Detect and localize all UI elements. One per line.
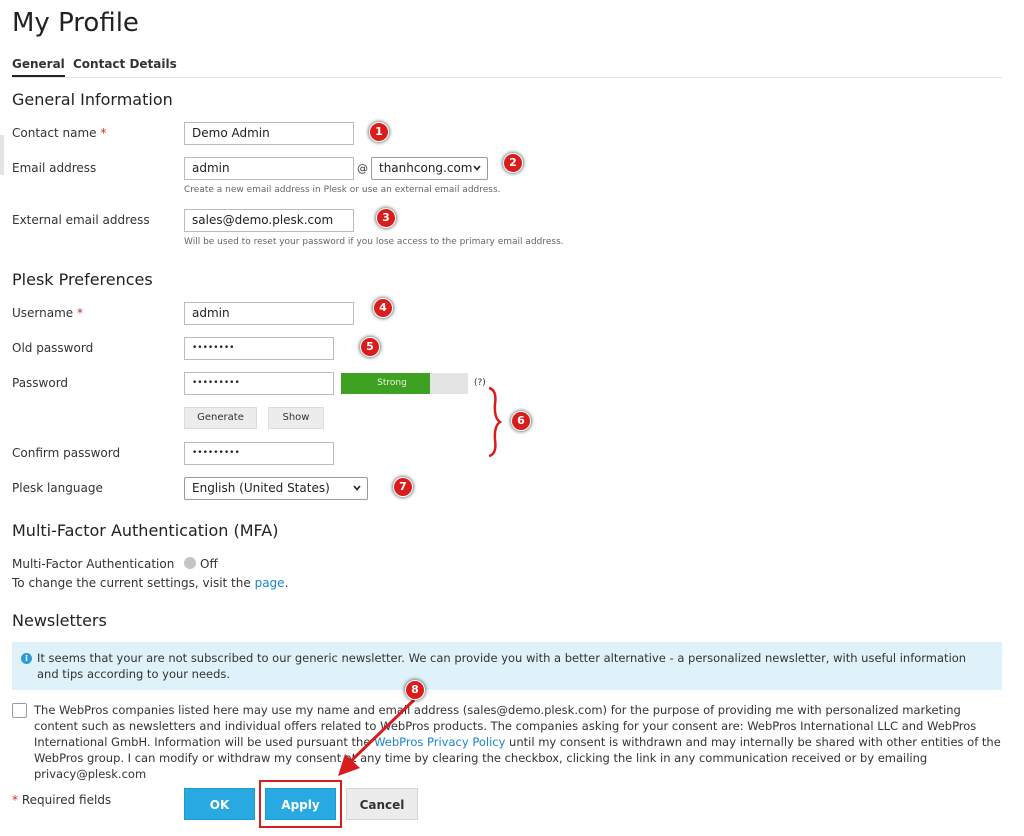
old-password-input[interactable]: ••••••••	[184, 337, 334, 360]
tab-contact-details[interactable]: Contact Details	[73, 57, 177, 75]
password-strength-label: Strong	[377, 378, 407, 388]
mfa-note: To change the current settings, visit th…	[12, 576, 289, 590]
confirm-password-input[interactable]: •••••••••	[184, 442, 334, 465]
chevron-down-icon	[353, 485, 361, 491]
chevron-down-icon	[473, 165, 481, 171]
section-mfa-title: Multi-Factor Authentication (MFA)	[12, 521, 279, 540]
required-fields-note: * Required fields	[12, 793, 112, 807]
info-icon: i	[21, 653, 32, 664]
password-strength-meter: Strong	[341, 373, 468, 394]
language-value: English (United States)	[192, 481, 330, 495]
external-email-label: External email address	[12, 213, 150, 227]
ok-button[interactable]: OK	[184, 788, 255, 820]
contact-name-input[interactable]: Demo Admin	[184, 122, 354, 145]
consent-text: The WebPros companies listed here may us…	[34, 703, 1001, 781]
newsletter-info-text: It seems that your are not subscribed to…	[37, 651, 967, 681]
generate-password-button[interactable]: Generate	[184, 407, 257, 429]
email-hint: Create a new email address in Plesk or u…	[184, 185, 501, 195]
email-label: Email address	[12, 161, 97, 175]
required-marker: *	[77, 306, 83, 320]
tab-bar: General Contact Details	[12, 57, 1002, 78]
window-edge	[0, 135, 4, 175]
confirm-password-label: Confirm password	[12, 446, 121, 460]
annotation-badge-1: 1	[369, 122, 389, 142]
external-email-input[interactable]: sales@demo.plesk.com	[184, 209, 354, 232]
annotation-badge-8: 8	[405, 680, 425, 700]
annotation-badge-6: 6	[511, 411, 531, 431]
email-local-input[interactable]: admin	[184, 157, 354, 180]
language-label: Plesk language	[12, 481, 103, 495]
section-prefs-title: Plesk Preferences	[12, 270, 153, 289]
annotation-arrow	[338, 698, 416, 776]
password-label: Password	[12, 376, 69, 390]
mfa-toggle[interactable]	[184, 557, 196, 569]
cancel-button[interactable]: Cancel	[346, 788, 418, 820]
mfa-page-link[interactable]: page	[255, 576, 285, 590]
newsletter-info-box: i It seems that your are not subscribed …	[12, 642, 1002, 690]
password-help-icon[interactable]: (?)	[474, 378, 486, 388]
annotation-badge-3: 3	[376, 208, 396, 228]
section-general-title: General Information	[12, 90, 173, 109]
annotation-badge-4: 4	[373, 298, 393, 318]
at-sign: @	[357, 162, 368, 175]
mfa-status: Off	[200, 557, 218, 571]
mfa-label: Multi-Factor Authentication	[12, 557, 175, 571]
email-domain-value: thanhcong.com	[379, 161, 473, 175]
page-title: My Profile	[12, 8, 139, 38]
contact-name-label: Contact name *	[12, 126, 107, 140]
show-password-button[interactable]: Show	[268, 407, 324, 429]
annotation-badge-7: 7	[393, 477, 413, 497]
username-input[interactable]: admin	[184, 302, 354, 325]
annotation-badge-2: 2	[503, 153, 523, 173]
old-password-label: Old password	[12, 341, 94, 355]
language-select[interactable]: English (United States)	[184, 477, 368, 500]
password-input[interactable]: •••••••••	[184, 372, 334, 395]
username-label: Username *	[12, 306, 83, 320]
section-newsletters-title: Newsletters	[12, 611, 107, 630]
required-marker: *	[100, 126, 107, 140]
annotation-badge-5: 5	[360, 337, 380, 357]
annotation-brace	[488, 386, 502, 458]
external-email-hint: Will be used to reset your password if y…	[184, 237, 564, 247]
email-domain-select[interactable]: thanhcong.com	[371, 157, 488, 180]
tab-general[interactable]: General	[12, 57, 65, 77]
consent-checkbox[interactable]	[12, 703, 27, 718]
